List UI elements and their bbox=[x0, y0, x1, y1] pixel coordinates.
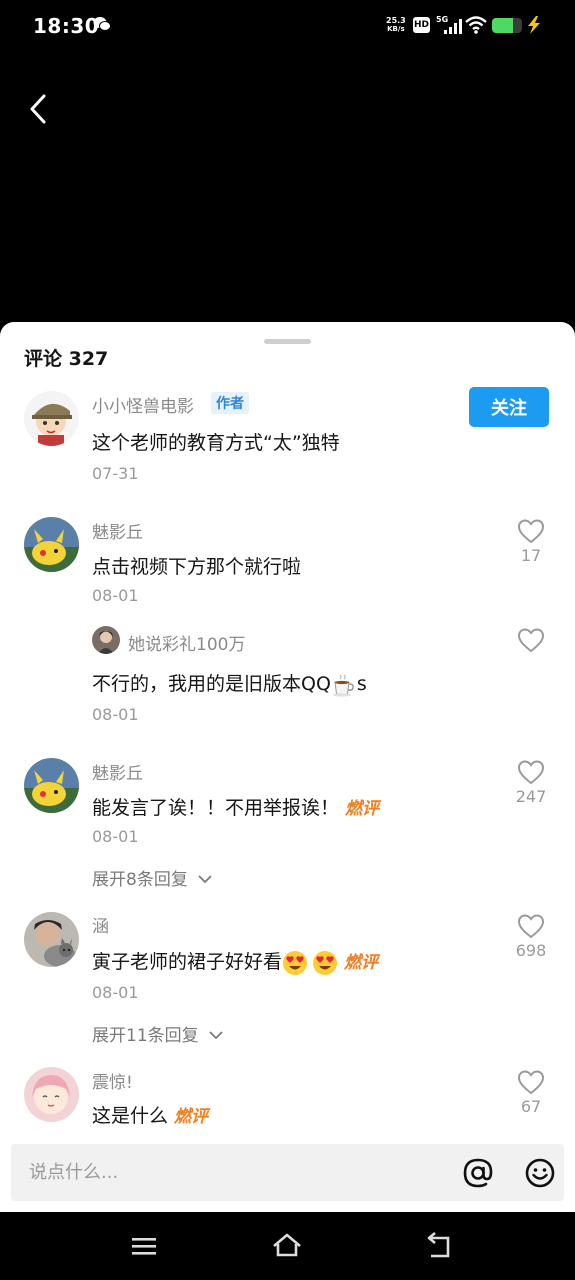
chevron-down-icon bbox=[198, 875, 212, 884]
system-nav-bar bbox=[0, 1212, 575, 1280]
avatar[interactable] bbox=[24, 912, 79, 967]
back-nav-icon[interactable] bbox=[422, 1230, 456, 1262]
comment-date: 07-31 bbox=[92, 464, 139, 483]
net-speed: 25.3 KB/s bbox=[386, 16, 406, 34]
comment-date: 08-01 bbox=[92, 827, 139, 846]
comment-username[interactable]: 魅影丘 bbox=[92, 759, 143, 784]
comment-text-main: 能发言了诶！！不用举报诶！ bbox=[92, 797, 340, 819]
home-icon[interactable] bbox=[270, 1230, 304, 1262]
hd-badge: HD bbox=[413, 17, 430, 33]
mention-at-icon[interactable] bbox=[462, 1157, 494, 1189]
comment-text: 这个老师的教育方式“太”独特 bbox=[92, 432, 340, 454]
comment-input-bar bbox=[11, 1144, 564, 1201]
comment-date: 08-01 bbox=[92, 983, 139, 1002]
heart-icon bbox=[517, 628, 545, 653]
wifi-icon bbox=[465, 16, 487, 34]
comments-sheet: 评论 327 小小怪兽电影 作者 关注 这个老师的教育方式“太”独特 07-31 bbox=[0, 322, 575, 1212]
like-button[interactable]: 17 bbox=[511, 518, 551, 574]
reply-text: 不行的，我用的是旧版本QQ s bbox=[92, 669, 367, 698]
reply-text-suffix: s bbox=[356, 673, 367, 695]
hot-comment-badge: 燃评 bbox=[174, 1107, 209, 1127]
avatar[interactable] bbox=[24, 517, 79, 572]
status-bar: 18:30 25.3 KB/s HD 5G bbox=[0, 0, 575, 52]
comment-input[interactable] bbox=[29, 1144, 449, 1201]
expand-replies-link[interactable]: 展开8条回复 bbox=[92, 865, 213, 890]
comment-username[interactable]: 魅影丘 bbox=[92, 518, 143, 543]
reply-text-main: 不行的，我用的是旧版本QQ bbox=[92, 673, 331, 695]
heart-icon bbox=[517, 1070, 545, 1095]
comment-username[interactable]: 震惊! bbox=[92, 1068, 133, 1093]
battery-icon bbox=[492, 18, 522, 33]
comments-title: 评论 327 bbox=[24, 348, 109, 370]
heart-icon bbox=[517, 519, 545, 544]
like-button[interactable]: 247 bbox=[511, 759, 551, 815]
net-speed-value: 25.3 bbox=[386, 16, 406, 25]
wechat-icon bbox=[93, 17, 111, 31]
comment-date: 08-01 bbox=[92, 586, 139, 605]
comment-text: 这是什么 燃评 bbox=[92, 1101, 208, 1128]
comment-text: 寅子老师的裙子好好看 燃评 bbox=[92, 947, 378, 976]
coffee-emoji-icon bbox=[332, 674, 354, 697]
heart-icon bbox=[517, 914, 545, 939]
heart-eyes-emoji-icon bbox=[283, 950, 308, 975]
hot-comment-badge: 燃评 bbox=[344, 953, 379, 973]
hot-comment-badge: 燃评 bbox=[345, 799, 380, 819]
back-button[interactable] bbox=[24, 92, 52, 126]
reply-username[interactable]: 她说彩礼100万 bbox=[128, 630, 245, 655]
status-time: 18:30 bbox=[33, 14, 100, 38]
comment-username[interactable]: 小小怪兽电影 bbox=[92, 392, 194, 417]
expand-replies-link[interactable]: 展开11条回复 bbox=[92, 1021, 224, 1046]
like-count: 247 bbox=[515, 787, 547, 806]
comment-username[interactable]: 涵 bbox=[92, 912, 109, 937]
like-button[interactable] bbox=[511, 627, 551, 683]
drag-handle[interactable] bbox=[264, 339, 311, 344]
comment-text-main: 这是什么 bbox=[92, 1105, 169, 1127]
reply-date: 08-01 bbox=[92, 705, 139, 724]
battery-fill bbox=[492, 18, 513, 33]
charging-icon bbox=[528, 16, 540, 34]
avatar[interactable] bbox=[92, 626, 120, 654]
comment-text: 点击视频下方那个就行啦 bbox=[92, 556, 302, 578]
like-button[interactable]: 67 bbox=[511, 1069, 551, 1125]
like-count: 17 bbox=[520, 546, 542, 565]
comment-text-main: 寅子老师的裙子好好看 bbox=[92, 951, 283, 973]
expand-replies-label: 展开8条回复 bbox=[92, 870, 188, 890]
comment-text: 能发言了诶！！不用举报诶！ 燃评 bbox=[92, 793, 379, 820]
avatar[interactable] bbox=[24, 391, 79, 446]
cell-signal-icon: 5G bbox=[436, 15, 462, 35]
expand-replies-label: 展开11条回复 bbox=[92, 1026, 199, 1046]
avatar[interactable] bbox=[24, 1067, 79, 1122]
like-button[interactable]: 698 bbox=[511, 913, 551, 969]
avatar[interactable] bbox=[24, 758, 79, 813]
like-count: 67 bbox=[520, 1097, 542, 1116]
follow-button[interactable]: 关注 bbox=[469, 387, 549, 427]
net-speed-unit: KB/s bbox=[387, 25, 405, 33]
heart-icon bbox=[517, 760, 545, 785]
author-tag: 作者 bbox=[211, 392, 249, 414]
emoji-smile-icon[interactable] bbox=[524, 1157, 556, 1189]
like-count: 698 bbox=[515, 941, 547, 960]
heart-eyes-emoji-icon bbox=[313, 950, 338, 975]
chevron-down-icon bbox=[209, 1031, 223, 1040]
menu-icon[interactable] bbox=[127, 1230, 161, 1262]
